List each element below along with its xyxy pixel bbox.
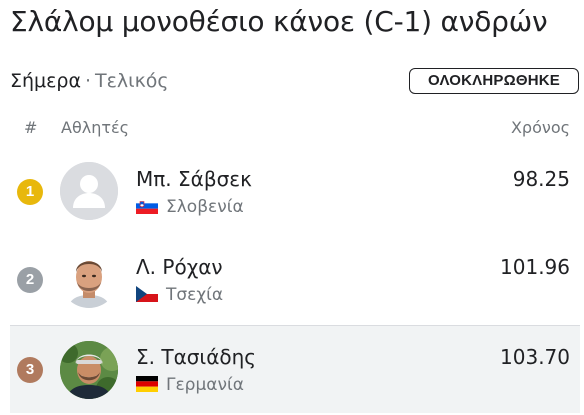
athlete-photo[interactable] — [60, 250, 118, 308]
silver-medal-rank-badge: 2 — [17, 267, 43, 293]
result-time: 101.96 — [500, 255, 570, 279]
result-time: 103.70 — [500, 345, 570, 369]
page-title: Σλάλομ μονοθέσιο κάνοε (C-1) ανδρών — [10, 5, 548, 38]
column-header-time: Χρόνος — [510, 118, 570, 137]
country-name: Τσεχία — [166, 285, 224, 305]
athlete-country: Σλοβενία — [136, 195, 244, 219]
event-phase: Τελικός — [95, 70, 169, 92]
athlete-country: Γερμανία — [136, 373, 244, 397]
athlete-name[interactable]: Μπ. Σάβσεκ — [136, 166, 252, 192]
separator-dot: · — [85, 70, 92, 92]
czechia-flag-icon — [136, 286, 158, 302]
athlete-name[interactable]: Λ. Ρόχαν — [136, 254, 223, 280]
result-row-3[interactable]: 3 Σ. Τασιάδης Γερμανία 103.70 — [10, 325, 580, 413]
event-day: Σήμερα — [10, 70, 81, 92]
event-info: Σήμερα · Τελικός — [10, 67, 169, 95]
result-time: 98.25 — [512, 167, 570, 191]
result-row-2[interactable]: 2 Λ. Ρόχαν Τσεχία 101.96 — [10, 237, 580, 325]
country-name: Γερμανία — [166, 375, 244, 395]
germany-flag-icon — [136, 376, 158, 392]
default-person-avatar-icon[interactable] — [60, 162, 118, 220]
column-header-athletes: Αθλητές — [61, 118, 130, 137]
slovenia-flag-icon — [136, 198, 158, 214]
column-header-rank: # — [24, 118, 38, 137]
result-row-1[interactable]: 1 Μπ. Σάβσεκ Σλοβενία 98.25 — [10, 149, 580, 237]
athlete-country: Τσεχία — [136, 283, 223, 307]
gold-medal-rank-badge: 1 — [17, 179, 43, 205]
athlete-name[interactable]: Σ. Τασιάδης — [136, 344, 256, 370]
status-badge: ΟΛΟΚΛΗΡΩΘΗΚΕ — [409, 68, 579, 94]
bronze-medal-rank-badge: 3 — [17, 357, 43, 383]
country-name: Σλοβενία — [166, 197, 244, 217]
athlete-photo[interactable] — [60, 341, 118, 399]
